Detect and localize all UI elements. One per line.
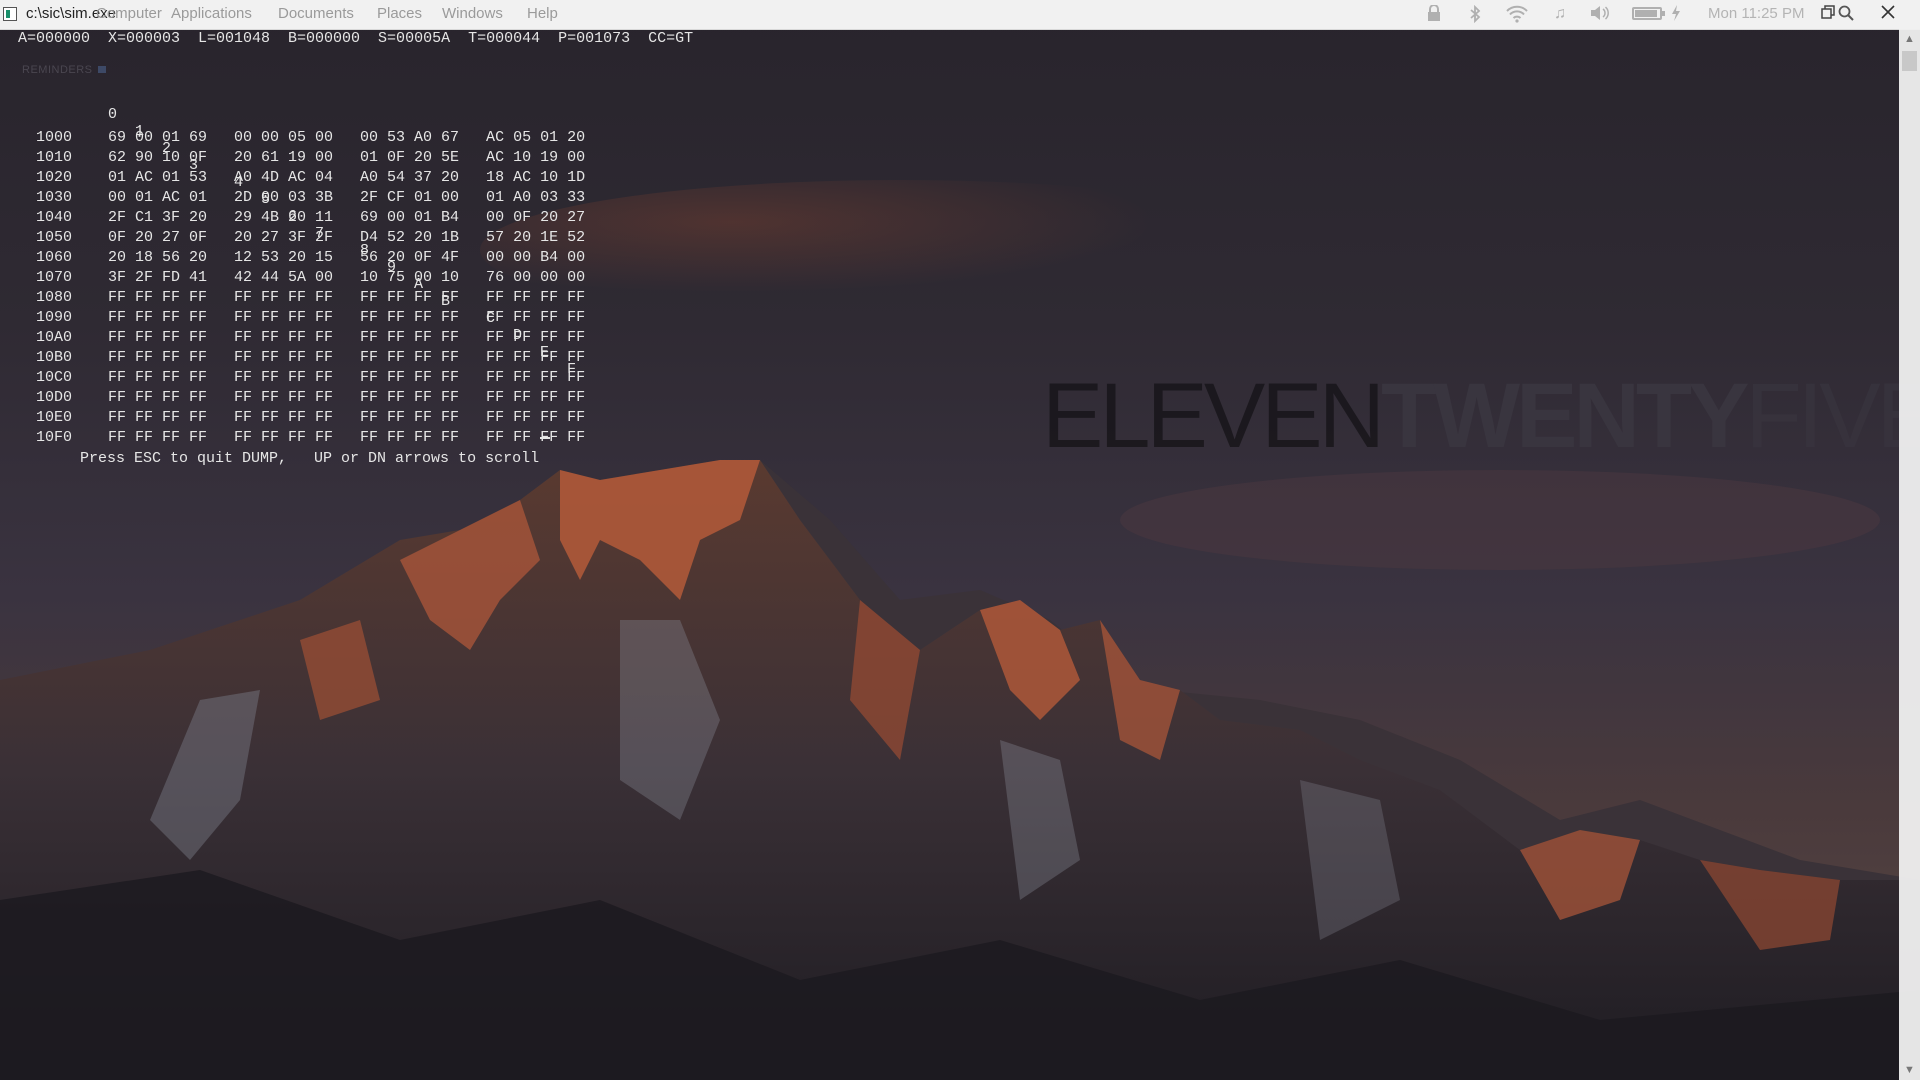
dump-bytes: 62 90 10 0F 20 61 19 00 01 0F 20 5E AC 1… <box>108 149 586 166</box>
dump-bytes: FF FF FF FF FF FF FF FF FF FF FF FF FF F… <box>108 429 586 446</box>
menu-documents[interactable]: Documents <box>278 5 354 22</box>
vertical-scrollbar[interactable]: ▲ ▼ <box>1899 29 1920 1080</box>
dump-bytes: FF FF FF FF FF FF FF FF FF FF FF FF FF F… <box>108 349 586 366</box>
dump-bytes: FF FF FF FF FF FF FF FF FF FF FF FF FF F… <box>108 409 586 426</box>
dump-bytes: 0F 20 27 0F 20 27 3F 2F D4 52 20 1B 57 2… <box>108 229 586 246</box>
volume-icon[interactable] <box>1590 5 1610 23</box>
dump-bytes: FF FF FF FF FF FF FF FF FF FF FF FF FF F… <box>108 289 586 306</box>
dump-bytes: FF FF FF FF FF FF FF FF FF FF FF FF FF F… <box>108 369 586 386</box>
dump-address: 1060 <box>36 249 73 266</box>
column-header: 0 <box>108 106 118 123</box>
dump-address: 1020 <box>36 169 73 186</box>
dump-bytes: 2F C1 3F 20 29 4B 20 11 69 00 01 B4 00 0… <box>108 209 586 226</box>
menu-computer[interactable]: Computer <box>96 5 162 22</box>
wallpaper-logo: ELEVENTWENTYFIVE <box>1042 370 1920 462</box>
dump-address: 1050 <box>36 229 73 246</box>
console-app-icon[interactable] <box>3 7 17 21</box>
charging-icon <box>1666 5 1686 23</box>
dump-address: 10A0 <box>36 329 73 346</box>
reminders-widget-label[interactable]: REMINDERS <box>22 64 106 76</box>
register-status-line: A=000000 X=000003 L=001048 B=000000 S=00… <box>18 30 694 47</box>
logo-word-2: TWENTY <box>1381 365 1749 467</box>
restore-window-icon[interactable] <box>1818 5 1838 23</box>
dump-bytes: FF FF FF FF FF FF FF FF FF FF FF FF FF F… <box>108 309 586 326</box>
dump-address: 10E0 <box>36 409 73 426</box>
dump-bytes: 01 AC 01 53 A0 4D AC 04 A0 54 37 20 18 A… <box>108 169 586 186</box>
dump-address: 1040 <box>36 209 73 226</box>
close-icon[interactable] <box>1878 5 1898 23</box>
top-menu-bar: c:\sic\sim.exe Computer Applications Doc… <box>0 0 1920 30</box>
text-cursor <box>540 437 550 439</box>
logo-word-1: ELEVEN <box>1042 365 1385 467</box>
dump-bytes: FF FF FF FF FF FF FF FF FF FF FF FF FF F… <box>108 329 586 346</box>
dump-address: 10C0 <box>36 369 73 386</box>
wifi-icon[interactable] <box>1506 5 1528 23</box>
dump-address: 1000 <box>36 129 73 146</box>
dump-address: 1080 <box>36 289 73 306</box>
battery-icon[interactable] <box>1632 7 1665 20</box>
logo-word-3: FIVE <box>1745 365 1920 467</box>
dump-address: 10B0 <box>36 349 73 366</box>
lock-icon[interactable] <box>1424 4 1444 23</box>
dump-bytes: 00 01 AC 01 2D 00 03 3B 2F CF 01 00 01 A… <box>108 189 586 206</box>
dump-address: 1030 <box>36 189 73 206</box>
dump-address: 10D0 <box>36 389 73 406</box>
terminal-output: A=000000 X=000003 L=001048 B=000000 S=00… <box>0 29 693 467</box>
dump-address: 10F0 <box>36 429 73 446</box>
menu-help[interactable]: Help <box>527 5 558 22</box>
music-icon[interactable]: ♫ <box>1550 5 1570 23</box>
dump-bytes: 69 00 01 69 00 00 05 00 00 53 A0 67 AC 0… <box>108 129 586 146</box>
dump-prompt: Press ESC to quit DUMP, UP or DN arrows … <box>80 450 540 467</box>
menu-places[interactable]: Places <box>377 5 422 22</box>
search-icon[interactable] <box>1836 5 1856 23</box>
bluetooth-icon[interactable] <box>1465 4 1485 24</box>
clock[interactable]: Mon 11:25 PM <box>1708 5 1804 22</box>
scroll-thumb[interactable] <box>1902 51 1917 71</box>
menu-applications[interactable]: Applications <box>171 5 252 22</box>
dump-address: 1090 <box>36 309 73 326</box>
dump-address: 1070 <box>36 269 73 286</box>
dump-address: 1010 <box>36 149 73 166</box>
scroll-down-arrow-icon[interactable]: ▼ <box>1899 1060 1920 1080</box>
dump-bytes: 3F 2F FD 41 42 44 5A 00 10 75 00 10 76 0… <box>108 269 586 286</box>
dump-bytes: FF FF FF FF FF FF FF FF FF FF FF FF FF F… <box>108 389 586 406</box>
menu-windows[interactable]: Windows <box>442 5 503 22</box>
dump-bytes: 20 18 56 20 12 53 20 15 56 20 0F 4F 00 0… <box>108 249 586 266</box>
scroll-up-arrow-icon[interactable]: ▲ <box>1899 29 1920 49</box>
